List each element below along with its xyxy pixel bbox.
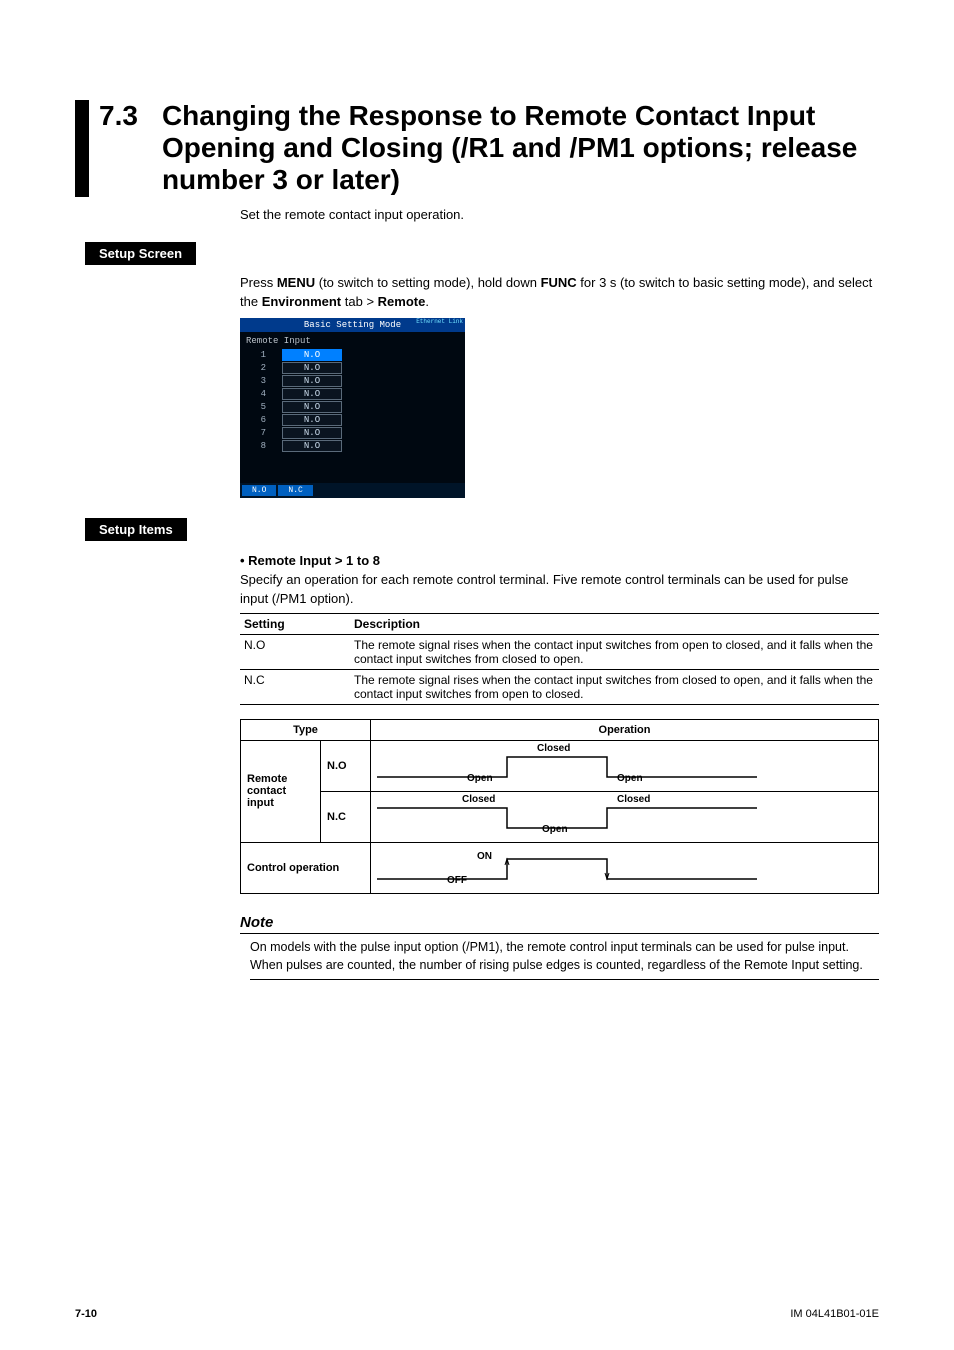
setup-items-heading: Setup Items (85, 518, 187, 541)
device-row: 8N.O (246, 440, 459, 452)
table-row: N.OThe remote signal rises when the cont… (240, 634, 879, 669)
op-control-label: Control operation (241, 842, 371, 893)
op-control-diagram: ON OFF (377, 847, 872, 889)
device-row: 1N.O (246, 349, 459, 361)
op-no-label: N.O (321, 740, 371, 791)
note-body: On models with the pulse input option (/… (250, 934, 879, 981)
op-no-diagram: Open Closed Open (377, 745, 872, 787)
op-row-label: Remote contact input (241, 740, 321, 842)
page-footer: 7-10 IM 04L41B01-01E (75, 1308, 879, 1320)
device-screenshot: Basic Setting Mode Ethernet Link Remote … (240, 318, 465, 498)
doc-id: IM 04L41B01-01E (790, 1308, 879, 1320)
device-row: 6N.O (246, 414, 459, 426)
remote-input-bullet: • Remote Input > 1 to 8 (240, 553, 879, 568)
table-row: N.CThe remote signal rises when the cont… (240, 669, 879, 704)
settings-header-description: Description (350, 613, 879, 634)
op-header-type: Type (241, 719, 371, 740)
device-row: 4N.O (246, 388, 459, 400)
operation-table: Type Operation Remote contact input N.O … (240, 719, 879, 894)
device-header: Basic Setting Mode (304, 320, 401, 330)
op-nc-diagram: Closed Open Closed (377, 796, 872, 838)
remote-input-text: Specify an operation for each remote con… (240, 570, 879, 609)
device-row: 7N.O (246, 427, 459, 439)
op-nc-label: N.C (321, 791, 371, 842)
ethernet-indicator: Ethernet Link (416, 319, 463, 325)
page-number: 7-10 (75, 1308, 97, 1320)
section-number: 7.3 (99, 100, 138, 132)
op-header-operation: Operation (371, 719, 879, 740)
settings-table: Setting Description N.OThe remote signal… (240, 613, 879, 705)
page-title: Changing the Response to Remote Contact … (162, 100, 879, 197)
note-heading: Note (240, 914, 879, 933)
setup-screen-heading: Setup Screen (85, 242, 196, 265)
device-subtitle: Remote Input (246, 336, 459, 346)
intro-text: Set the remote contact input operation. (240, 207, 879, 222)
device-row: 3N.O (246, 375, 459, 387)
device-row: 5N.O (246, 401, 459, 413)
device-row: 2N.O (246, 362, 459, 374)
settings-header-setting: Setting (240, 613, 350, 634)
setup-screen-instruction: Press MENU (to switch to setting mode), … (240, 273, 879, 312)
device-footer: N.O N.C (240, 483, 465, 498)
